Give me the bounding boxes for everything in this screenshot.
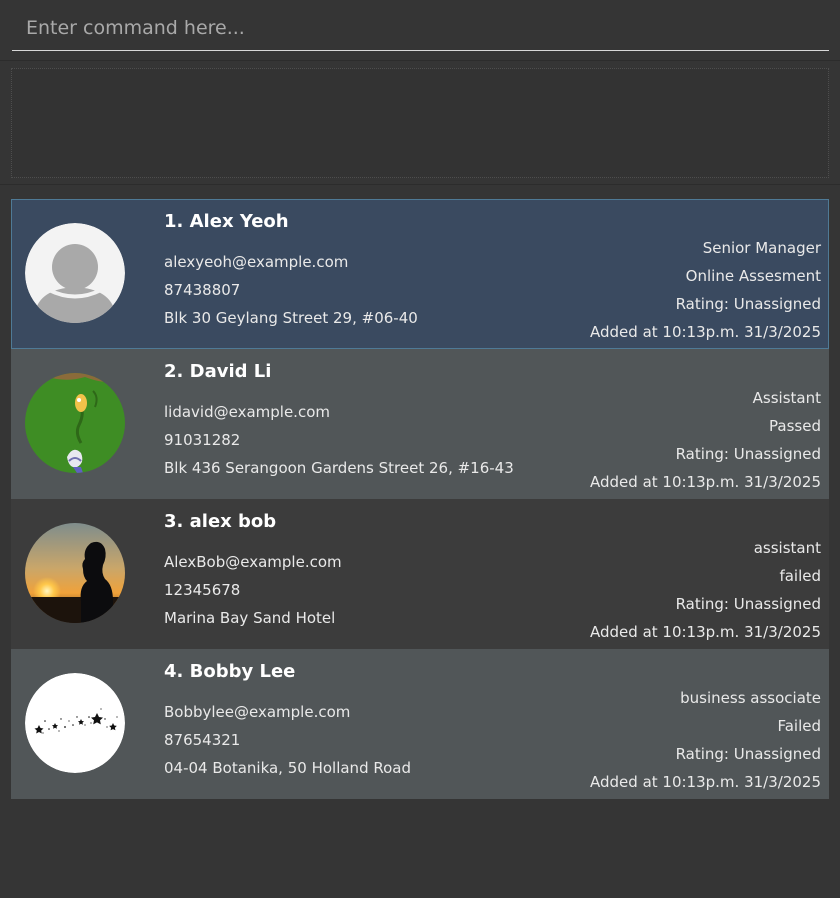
person-role: Senior Manager <box>702 239 821 257</box>
person-status: Online Assesment <box>685 267 821 285</box>
command-input[interactable] <box>12 6 829 50</box>
person-name: 2. David Li <box>164 361 272 382</box>
person-name: 4. Bobby Lee <box>164 661 296 682</box>
person-added-time: Added at 10:13p.m. 31/3/2025 <box>590 773 821 791</box>
result-panel <box>0 60 840 185</box>
person-email: alexyeoh@example.com <box>164 253 349 271</box>
person-phone: 87438807 <box>164 281 241 299</box>
person-phone: 87654321 <box>164 731 241 749</box>
command-box[interactable] <box>12 6 829 51</box>
stars-avatar <box>25 673 125 773</box>
person-role: assistant <box>753 539 821 557</box>
person-email: Bobbylee@example.com <box>164 703 351 721</box>
person-role: business associate <box>680 689 821 707</box>
person-name: 3. alex bob <box>164 511 277 532</box>
person-card[interactable]: 1. Alex Yeoh alexyeoh@example.com 874388… <box>11 199 829 349</box>
person-rating: Rating: Unassigned <box>675 445 821 463</box>
person-address: 04-04 Botanika, 50 Holland Road <box>164 759 411 777</box>
result-display[interactable] <box>11 68 829 178</box>
person-name: 1. Alex Yeoh <box>164 211 289 232</box>
person-card[interactable]: 2. David Li lidavid@example.com 91031282… <box>11 349 829 499</box>
person-added-time: Added at 10:13p.m. 31/3/2025 <box>590 323 821 341</box>
cartoon-photo-avatar <box>25 373 125 473</box>
person-list[interactable]: 1. Alex Yeoh alexyeoh@example.com 874388… <box>11 199 829 799</box>
person-email: lidavid@example.com <box>164 403 330 421</box>
person-phone: 91031282 <box>164 431 241 449</box>
person-card[interactable]: 4. Bobby Lee Bobbylee@example.com 876543… <box>11 649 829 799</box>
person-status: Failed <box>777 717 821 735</box>
person-status: failed <box>779 567 821 585</box>
person-role: Assistant <box>752 389 821 407</box>
person-card[interactable]: 3. alex bob AlexBob@example.com 12345678… <box>11 499 829 649</box>
person-rating: Rating: Unassigned <box>675 595 821 613</box>
person-email: AlexBob@example.com <box>164 553 342 571</box>
person-status: Passed <box>769 417 821 435</box>
person-address: Marina Bay Sand Hotel <box>164 609 336 627</box>
person-address: Blk 436 Serangoon Gardens Street 26, #16… <box>164 459 514 477</box>
sunset-silhouette-avatar <box>25 523 125 623</box>
person-phone: 12345678 <box>164 581 241 599</box>
person-added-time: Added at 10:13p.m. 31/3/2025 <box>590 473 821 491</box>
person-address: Blk 30 Geylang Street 29, #06-40 <box>164 309 418 327</box>
person-rating: Rating: Unassigned <box>675 295 821 313</box>
person-rating: Rating: Unassigned <box>675 745 821 763</box>
default-user-avatar <box>25 223 125 323</box>
person-added-time: Added at 10:13p.m. 31/3/2025 <box>590 623 821 641</box>
